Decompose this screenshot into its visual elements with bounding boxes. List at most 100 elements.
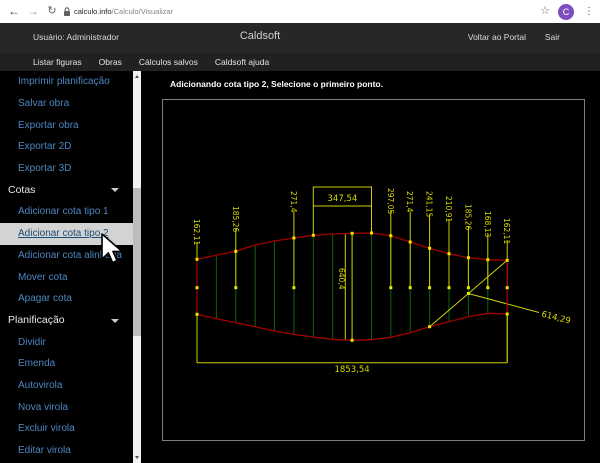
sidebar-link-label: Salvar obra xyxy=(0,98,69,109)
sidebar-link-label: Adicionar cota alinhada xyxy=(0,250,122,261)
address-bar[interactable]: calculo.info/Calculo/Visualizar xyxy=(74,0,173,23)
url-host: calculo.info xyxy=(74,7,112,16)
sidebar-link-label: Adicionar cota tipo 1 xyxy=(0,206,109,217)
sidebar-item-emenda[interactable]: Emenda xyxy=(0,353,133,375)
main-area: Adicionando cota tipo 2, Selecione o pri… xyxy=(141,71,600,463)
vertex-marker xyxy=(196,258,199,261)
leader-line xyxy=(468,294,539,313)
scrollbar-up-icon[interactable] xyxy=(133,71,141,82)
sidebar-item-dividir[interactable]: Dividir xyxy=(0,331,133,353)
sidebar-item-adicionar-cota-tipo-2[interactable]: Adicionar cota tipo 2 xyxy=(0,223,133,245)
vertex-marker xyxy=(467,256,470,259)
dimension-label: 241,15 xyxy=(425,191,434,217)
vertex-marker xyxy=(428,247,431,250)
vertex-marker xyxy=(351,339,354,342)
lock-icon xyxy=(63,7,71,17)
vertex-marker xyxy=(486,286,489,289)
sidebar-item-exportar-3d[interactable]: Exportar 3D xyxy=(0,158,133,180)
nav-item-1[interactable]: Listar figuras xyxy=(33,57,82,67)
user-label: Usuário: Administrador xyxy=(33,32,119,42)
sidebar-item-adicionar-cota-tipo-1[interactable]: Adicionar cota tipo 1 xyxy=(0,201,133,223)
vertex-marker xyxy=(196,286,199,289)
sidebar-link-label: Editar virola xyxy=(0,445,71,456)
dimension-label: 210,91 xyxy=(444,196,453,222)
profile-avatar[interactable]: C xyxy=(558,4,574,20)
nav-item-4[interactable]: Caldsoft ajuda xyxy=(215,57,269,67)
sidebar-link-label: Exportar 3D xyxy=(0,163,71,174)
chevron-down-icon[interactable] xyxy=(111,319,119,323)
vertex-marker xyxy=(448,252,451,255)
dimension-label: 168,13 xyxy=(483,211,492,237)
vertex-marker xyxy=(234,250,237,253)
vertex-marker xyxy=(467,292,470,295)
vertex-marker xyxy=(370,232,373,235)
vertex-marker xyxy=(428,325,431,328)
forward-icon[interactable]: → xyxy=(25,0,41,23)
nav-item-3[interactable]: Cálculos salvos xyxy=(139,57,198,67)
vertex-marker xyxy=(312,234,315,237)
sidebar-link-label: Adicionar cota tipo 2 xyxy=(0,228,109,239)
vertex-marker xyxy=(506,286,509,289)
sidebar-item-excluir-virola[interactable]: Excluir virola xyxy=(0,418,133,440)
sidebar-item-exportar-2d[interactable]: Exportar 2D xyxy=(0,136,133,158)
sidebar-item-editar-virola[interactable]: Editar virola xyxy=(0,440,133,462)
browser-menu-icon[interactable]: ⋮ xyxy=(582,0,596,23)
dimension-label: 271,4 xyxy=(289,191,298,213)
sidebar-link-label: Emenda xyxy=(0,358,55,369)
app-topbar: Usuário: Administrador Caldsoft Voltar a… xyxy=(0,23,600,53)
sidebar-item-apagar-cota[interactable]: Apagar cota xyxy=(0,288,133,310)
voltar-portal-link[interactable]: Voltar ao Portal xyxy=(468,32,526,42)
sair-link[interactable]: Sair xyxy=(545,32,560,42)
sidebar-item-imprimir-planifica-o[interactable]: Imprimir planificação xyxy=(0,71,133,93)
drawing-canvas[interactable]: 162,11185,26271,4297,05271,4241,15210,91… xyxy=(163,100,584,440)
sidebar-link-label: Nova virola xyxy=(0,402,68,413)
vertex-marker xyxy=(292,237,295,240)
sidebar-item-adicionar-cota-alinhada[interactable]: Adicionar cota alinhada xyxy=(0,245,133,267)
status-message: Adicionando cota tipo 2, Selecione o pri… xyxy=(170,79,383,89)
sidebar-link-label: Excluir virola xyxy=(0,423,75,434)
url-path: /Calculo/Visualizar xyxy=(112,7,174,16)
scrollbar-down-icon[interactable] xyxy=(133,452,141,463)
dimension-label: 185,26 xyxy=(231,206,240,232)
sidebar-link-label: Exportar 2D xyxy=(0,141,71,152)
browser-window: ← → ↻ calculo.info/Calculo/Visualizar ☆ … xyxy=(0,0,600,463)
dimension-label: 162,11 xyxy=(192,219,201,245)
vertex-marker xyxy=(196,313,199,316)
nav-item-2[interactable]: Obras xyxy=(99,57,122,67)
dimension-label: 185,26 xyxy=(463,204,472,230)
back-icon[interactable]: ← xyxy=(6,0,22,23)
vertex-marker xyxy=(448,286,451,289)
sidebar-section-label: Cotas xyxy=(0,184,35,196)
sidebar-link-label: Autovirola xyxy=(0,380,62,391)
sidebar-item-autovirola[interactable]: Autovirola xyxy=(0,375,133,397)
sidebar-scrollbar-thumb[interactable] xyxy=(133,188,141,336)
vertex-marker xyxy=(506,313,509,316)
sidebar-link-label: Dividir xyxy=(0,337,46,348)
sidebar-item-salvar-obra[interactable]: Salvar obra xyxy=(0,93,133,115)
dimension-label: 297,05 xyxy=(386,188,395,214)
bookmark-star-icon[interactable]: ☆ xyxy=(538,0,552,23)
sidebar-item-mover-cota[interactable]: Mover cota xyxy=(0,266,133,288)
sidebar-link-label: Mover cota xyxy=(0,272,67,283)
vertex-marker xyxy=(467,286,470,289)
vertex-marker xyxy=(351,232,354,235)
vertex-marker xyxy=(292,286,295,289)
chevron-down-icon[interactable] xyxy=(111,188,119,192)
sidebar-item-cotas: Cotas xyxy=(0,179,133,201)
sidebar-menu: Imprimir planificação Salvar obra Exportar… xyxy=(0,71,133,463)
dimension-label: 614,29 xyxy=(540,310,571,327)
sidebar-link-label: Imprimir planificação xyxy=(0,76,110,87)
vertex-marker xyxy=(486,258,489,261)
sidebar-link-label: Exportar obra xyxy=(0,120,79,131)
drawing-canvas-frame: 162,11185,26271,4297,05271,4241,15210,91… xyxy=(162,99,585,441)
vertex-marker xyxy=(428,286,431,289)
reload-icon[interactable]: ↻ xyxy=(44,0,60,23)
dimension-label: 1853,54 xyxy=(335,365,370,375)
main-navbar: Listar figuras Obras Cálculos salvos Caldso… xyxy=(0,53,600,71)
sidebar-item-nova-virola[interactable]: Nova virola xyxy=(0,396,133,418)
dimension-label: 162,11 xyxy=(502,218,511,244)
sidebar-section-label: Planificação xyxy=(0,314,65,326)
vertex-marker xyxy=(409,241,412,244)
browser-toolbar: ← → ↻ calculo.info/Calculo/Visualizar ☆ … xyxy=(0,0,600,23)
sidebar-item-exportar-obra[interactable]: Exportar obra xyxy=(0,114,133,136)
